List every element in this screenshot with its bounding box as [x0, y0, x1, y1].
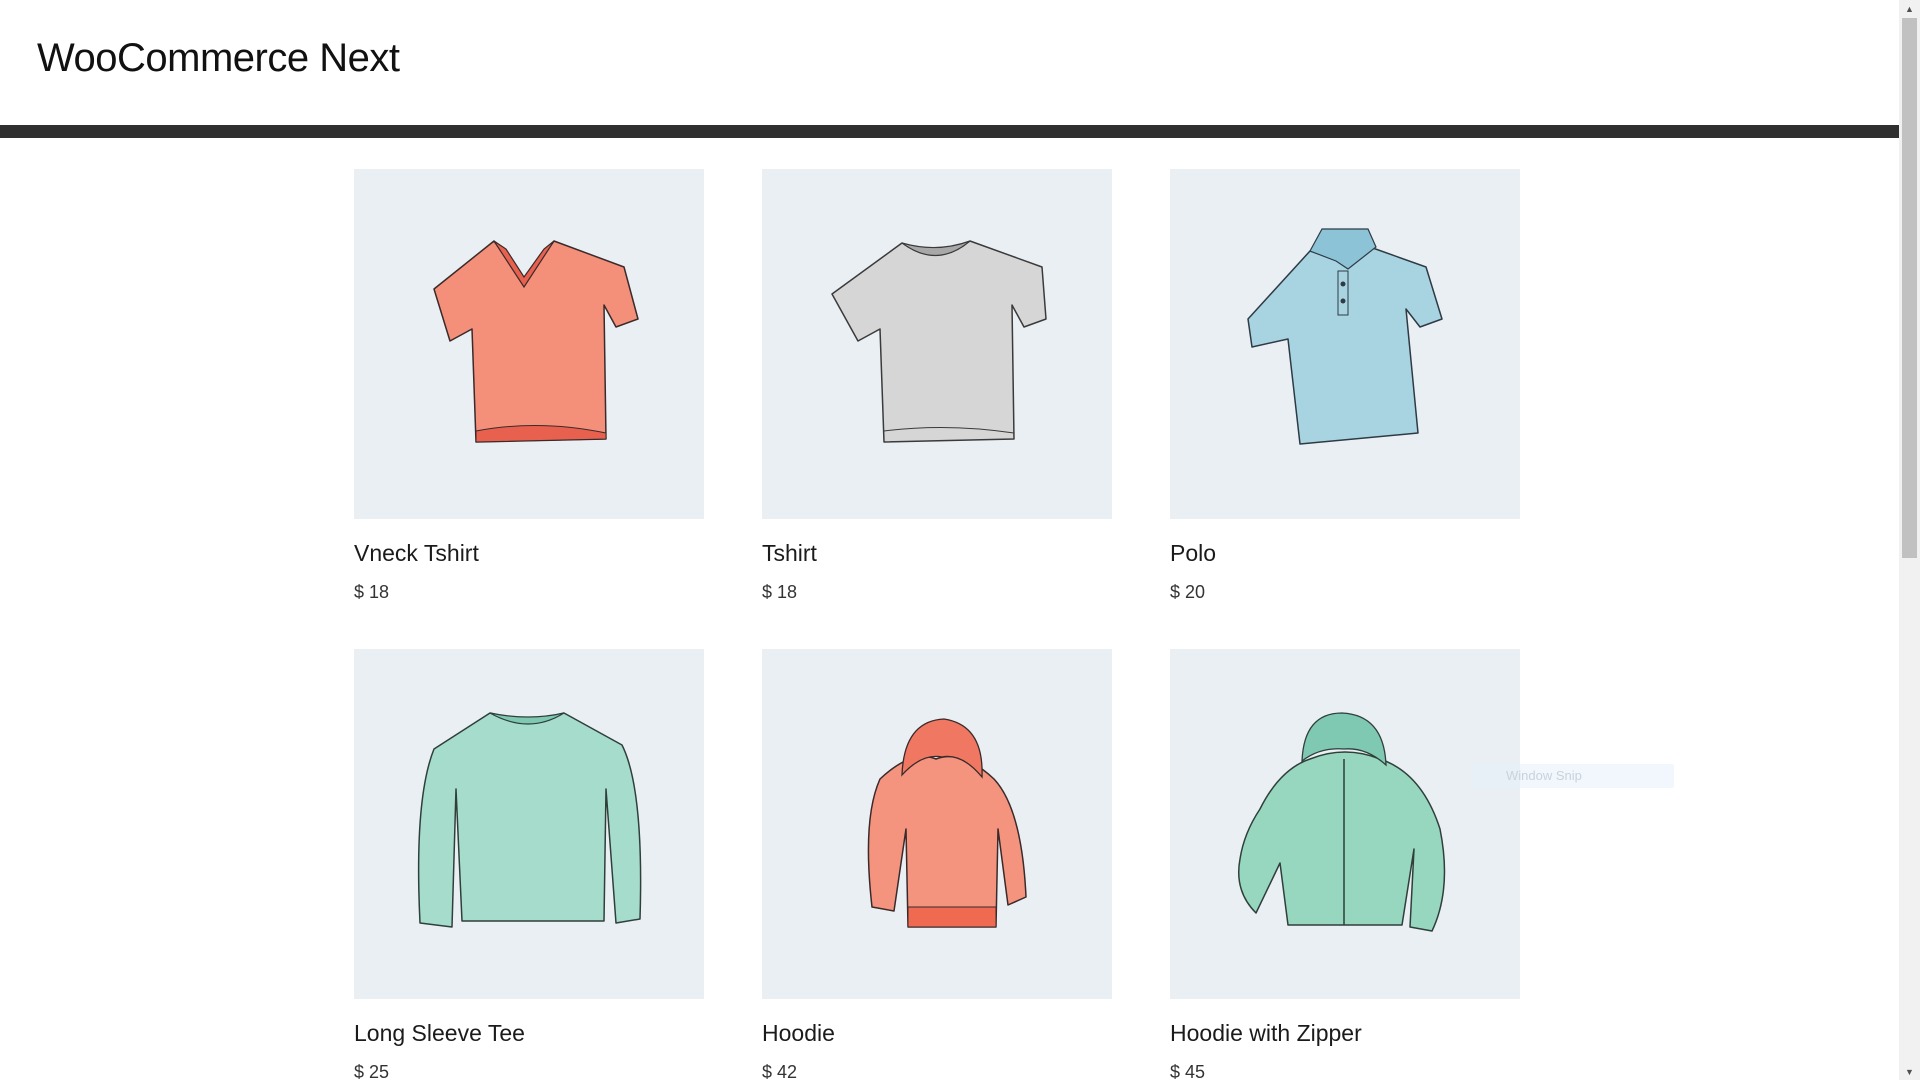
product-card: Hoodie with Zipper $ 45	[1170, 649, 1520, 1080]
header-bar	[0, 125, 1899, 138]
product-price: $ 20	[1170, 582, 1206, 602]
vertical-scrollbar[interactable]: ▲ ▼	[1899, 0, 1920, 1080]
site-title[interactable]: WooCommerce Next	[37, 36, 400, 81]
product-title[interactable]: Hoodie	[762, 1020, 835, 1047]
product-title[interactable]: Hoodie with Zipper	[1170, 1020, 1362, 1047]
product-card: Long Sleeve Tee $ 25	[354, 649, 704, 1080]
polo-image[interactable]	[1170, 169, 1520, 519]
site-header: WooCommerce Next	[0, 0, 1899, 125]
product-price: $ 25	[354, 1062, 390, 1080]
window-snip-overlay: Window Snip	[1472, 764, 1674, 788]
hoodie-zipper-image[interactable]	[1170, 649, 1520, 999]
product-title[interactable]: Long Sleeve Tee	[354, 1020, 525, 1047]
long-sleeve-tee-image[interactable]	[354, 649, 704, 999]
product-price: $ 18	[762, 582, 798, 602]
vneck-tshirt-image[interactable]	[354, 169, 704, 519]
product-card: Hoodie $ 42	[762, 649, 1112, 1080]
scroll-down-arrow-icon[interactable]: ▼	[1899, 1063, 1920, 1080]
product-price: $ 18	[354, 582, 390, 602]
product-price: $ 42	[762, 1062, 798, 1080]
hoodie-image[interactable]	[762, 649, 1112, 999]
product-card: Vneck Tshirt $ 18	[354, 169, 704, 602]
product-price: $ 45	[1170, 1062, 1206, 1080]
product-title[interactable]: Tshirt	[762, 540, 817, 567]
scroll-up-arrow-icon[interactable]: ▲	[1899, 0, 1920, 17]
product-title[interactable]: Vneck Tshirt	[354, 540, 479, 567]
tshirt-image[interactable]	[762, 169, 1112, 519]
page: WooCommerce Next Vneck Tshirt $ 18 Tshir…	[0, 0, 1899, 1080]
product-title[interactable]: Polo	[1170, 540, 1216, 567]
product-card: Polo $ 20	[1170, 169, 1520, 602]
product-card: Tshirt $ 18	[762, 169, 1112, 602]
scroll-thumb[interactable]	[1902, 18, 1917, 558]
